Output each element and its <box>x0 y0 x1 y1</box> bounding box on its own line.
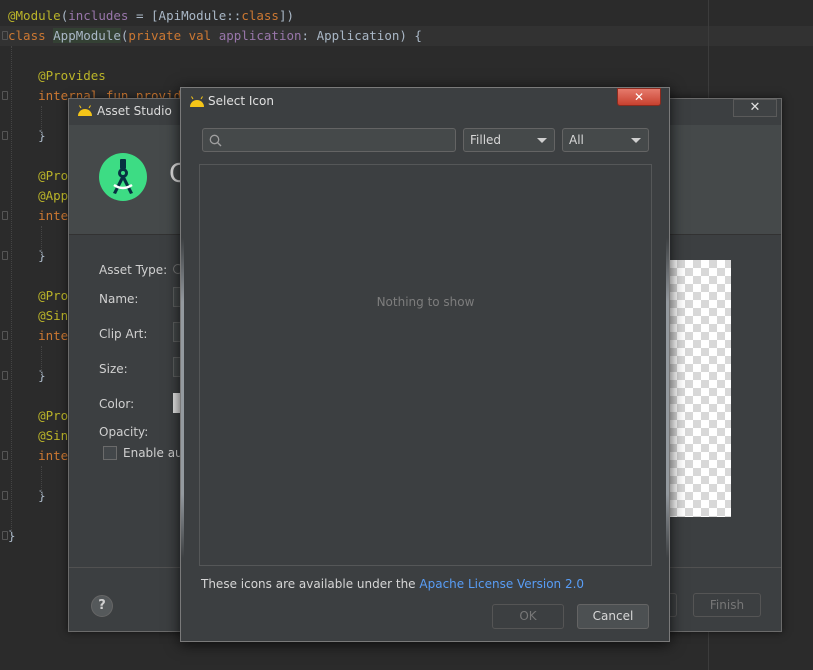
size-label: Size: <box>99 362 128 376</box>
code-token: } <box>8 128 46 143</box>
style-dropdown[interactable]: Filled <box>463 128 555 152</box>
code-line[interactable]: inter <box>8 446 76 466</box>
code-line[interactable]: inter <box>8 206 76 226</box>
fold-marker-icon[interactable] <box>2 371 8 380</box>
code-token: @Prov <box>8 168 76 183</box>
code-token: application <box>218 28 302 43</box>
indent-guide <box>41 226 42 256</box>
android-icon <box>78 105 92 116</box>
enable-auto-mirroring-checkbox[interactable] <box>103 446 117 460</box>
select-icon-titlebar[interactable]: Select Icon ✕ <box>181 88 669 114</box>
code-token: : Application) { <box>301 28 422 43</box>
license-link[interactable]: Apache License Version 2.0 <box>419 577 584 591</box>
select-icon-close-button[interactable]: ✕ <box>617 88 661 106</box>
asset-studio-title: Asset Studio <box>97 104 172 118</box>
search-input[interactable] <box>227 131 449 149</box>
code-line[interactable]: } <box>8 126 46 146</box>
code-line[interactable]: @Provides <box>8 66 106 86</box>
next-button[interactable] <box>669 593 677 617</box>
cancel-button[interactable]: Cancel <box>577 604 649 629</box>
search-box[interactable] <box>202 128 456 152</box>
code-token: } <box>8 368 46 383</box>
code-token: inter <box>8 328 76 343</box>
style-dropdown-value: Filled <box>470 133 502 147</box>
fold-marker-icon[interactable] <box>2 31 8 40</box>
code-line[interactable]: class AppModule(private val application:… <box>8 26 422 46</box>
chevron-down-icon <box>537 138 547 143</box>
code-token: class <box>8 28 54 43</box>
code-token: = [ApiModule:: <box>128 8 242 23</box>
select-icon-dialog: Select Icon ✕ Filled All Nothing to show… <box>180 87 670 642</box>
code-token: } <box>8 248 46 263</box>
code-token: includes <box>68 8 129 23</box>
code-line[interactable]: @Module(includes = [ApiModule::class]) <box>8 6 294 26</box>
code-line[interactable]: @Prov <box>8 166 76 186</box>
fold-marker-icon[interactable] <box>2 251 8 260</box>
code-token: AppModule <box>53 28 121 43</box>
code-token: @Prov <box>8 288 76 303</box>
chevron-down-icon <box>631 138 641 143</box>
asset-studio-close-button[interactable]: ✕ <box>733 99 777 117</box>
fold-marker-icon[interactable] <box>2 491 8 500</box>
code-token: inter <box>8 448 76 463</box>
code-line[interactable]: } <box>8 246 46 266</box>
ok-button[interactable]: OK <box>492 604 564 629</box>
code-token: ]) <box>278 8 295 23</box>
code-line[interactable]: @App <box>8 186 68 206</box>
indent-guide <box>41 346 42 376</box>
code-token: } <box>8 488 46 503</box>
color-label: Color: <box>99 397 135 411</box>
code-token: class <box>241 8 279 23</box>
license-prefix-text: These icons are available under the <box>201 577 420 591</box>
window-edge <box>666 238 669 558</box>
code-token: @Prov <box>8 408 76 423</box>
search-icon <box>209 134 222 147</box>
indent-guide <box>41 466 42 496</box>
fold-marker-icon[interactable] <box>2 211 8 220</box>
code-token: @Sing <box>8 308 76 323</box>
help-button[interactable]: ? <box>91 595 113 617</box>
code-line[interactable]: @Sing <box>8 426 76 446</box>
code-token: @Sing <box>8 428 76 443</box>
code-line[interactable]: @Sing <box>8 306 76 326</box>
code-token: @App <box>8 188 69 203</box>
code-line[interactable]: } <box>8 486 46 506</box>
select-icon-title: Select Icon <box>208 94 274 108</box>
opacity-label: Opacity: <box>99 425 149 439</box>
android-studio-logo-icon <box>99 153 147 201</box>
indent-guide <box>41 106 42 136</box>
code-token: inter <box>8 208 76 223</box>
code-line[interactable]: @Prov <box>8 286 76 306</box>
fold-marker-icon[interactable] <box>2 331 8 340</box>
asset-type-label: Asset Type: <box>99 263 168 277</box>
code-line[interactable]: @Prov <box>8 406 76 426</box>
fold-marker-icon[interactable] <box>2 91 8 100</box>
fold-marker-icon[interactable] <box>2 531 8 540</box>
icon-grid[interactable]: Nothing to show <box>199 164 652 566</box>
indent-guide <box>11 46 12 532</box>
code-line[interactable]: } <box>8 366 46 386</box>
license-notice: These icons are available under the Apac… <box>201 577 584 591</box>
icon-preview <box>669 260 731 517</box>
fold-marker-icon[interactable] <box>2 451 8 460</box>
window-edge <box>181 238 184 558</box>
category-dropdown-value: All <box>569 133 584 147</box>
empty-state-message: Nothing to show <box>376 295 475 309</box>
code-token: private val <box>128 28 219 43</box>
clip-art-label: Clip Art: <box>99 327 148 341</box>
category-dropdown[interactable]: All <box>562 128 649 152</box>
name-label: Name: <box>99 292 139 306</box>
code-line[interactable]: inter <box>8 326 76 346</box>
fold-marker-icon[interactable] <box>2 131 8 140</box>
android-icon <box>190 96 204 107</box>
code-token: @Provides <box>8 68 106 83</box>
finish-button[interactable]: Finish <box>693 593 761 617</box>
code-token: @Module <box>8 8 61 23</box>
